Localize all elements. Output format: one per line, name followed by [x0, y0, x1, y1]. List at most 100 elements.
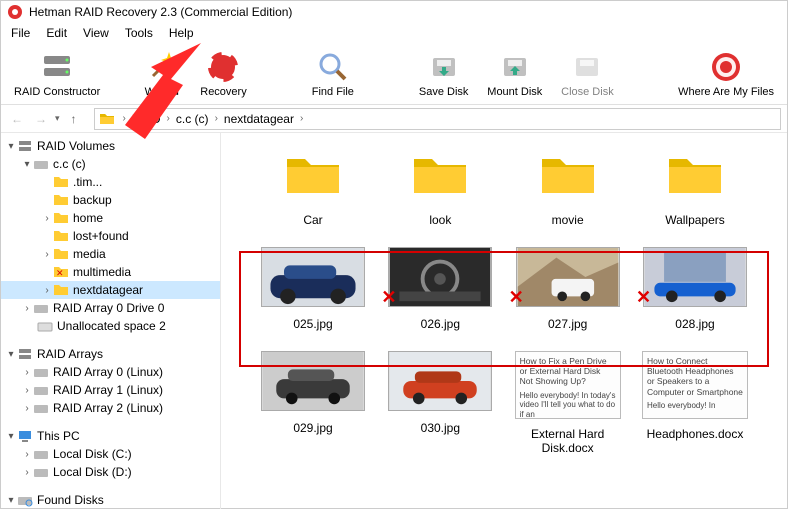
wizard-button[interactable]: Wizard: [133, 48, 191, 100]
title-bar: Hetman RAID Recovery 2.3 (Commercial Edi…: [1, 1, 787, 23]
disk-icon: [33, 400, 49, 416]
disk-icon: [33, 364, 49, 380]
doc-headphones[interactable]: How to Connect Bluetooth Headphones or S…: [635, 351, 755, 455]
svg-text:✕: ✕: [56, 268, 64, 278]
tree-multimedia[interactable]: ✕multimedia: [1, 263, 220, 281]
folder-icon: [99, 111, 115, 127]
folder-icon: [667, 153, 723, 197]
image-029[interactable]: 029.jpg: [253, 351, 373, 455]
recovery-button[interactable]: Recovery: [191, 48, 256, 100]
menu-bar: File Edit View Tools Help: [1, 23, 787, 43]
window-title: Hetman RAID Recovery 2.3 (Commercial Edi…: [29, 5, 292, 19]
history-dropdown[interactable]: ▾: [55, 113, 60, 124]
close-disk-icon: [570, 50, 604, 84]
nav-forward-button[interactable]: →: [31, 109, 51, 129]
tree-timeshift[interactable]: .tim...: [1, 173, 220, 191]
tree-ra1[interactable]: ›RAID Array 1 (Linux): [1, 381, 220, 399]
file-label: 029.jpg: [293, 421, 332, 435]
close-disk-button[interactable]: Close Disk: [552, 48, 623, 100]
folder-icon: [53, 210, 69, 226]
crumb-raid[interactable]: RAID: [130, 112, 163, 126]
tree-media[interactable]: ›media: [1, 245, 220, 263]
tree-unallocated[interactable]: Unallocated space 2: [1, 317, 220, 335]
find-file-button[interactable]: Find File: [302, 48, 363, 100]
image-thumbnail: ✕: [516, 247, 620, 307]
tree-raid-arr0-d0[interactable]: ›RAID Array 0 Drive 0: [1, 299, 220, 317]
file-label: Wallpapers: [665, 213, 725, 227]
tree-raid-arrays[interactable]: ▾RAID Arrays: [1, 345, 220, 363]
raid-constructor-label: RAID Constructor: [14, 86, 100, 98]
crumb-folder[interactable]: nextdatagear: [222, 112, 296, 126]
deleted-x-icon: ✕: [509, 287, 524, 308]
disk-icon: [33, 382, 49, 398]
image-thumbnail: [261, 351, 365, 411]
nav-up-button[interactable]: ↑: [64, 109, 84, 129]
tree-cc[interactable]: ▾c.c (c): [1, 155, 220, 173]
doc-external-hard-disk[interactable]: How to Fix a Pen Drive or External Hard …: [508, 351, 628, 455]
breadcrumb-row: ← → ▾ ↑ › RAID › c.c (c) › nextdatagear …: [1, 105, 787, 133]
folder-car[interactable]: Car: [253, 153, 373, 227]
folder-icon: [540, 153, 596, 197]
breadcrumb[interactable]: › RAID › c.c (c) › nextdatagear ›: [94, 108, 781, 130]
save-disk-icon: [427, 50, 461, 84]
image-030[interactable]: 030.jpg: [380, 351, 500, 455]
raid-icon: [17, 346, 33, 362]
menu-edit[interactable]: Edit: [38, 24, 75, 42]
mount-disk-button[interactable]: Mount Disk: [478, 48, 552, 100]
tree-backup[interactable]: backup: [1, 191, 220, 209]
file-label: Headphones.docx: [647, 427, 744, 441]
where-files-button[interactable]: Where Are My Files: [669, 48, 783, 100]
tree-raid-volumes[interactable]: ▾RAID Volumes: [1, 137, 220, 155]
tree-this-pc[interactable]: ▾This PC: [1, 427, 220, 445]
disk-icon: [33, 464, 49, 480]
folder-icon: [412, 153, 468, 197]
tree-nextdatagear[interactable]: ›nextdatagear: [1, 281, 220, 299]
file-label: 030.jpg: [421, 421, 460, 435]
file-label: Car: [303, 213, 322, 227]
image-thumbnail: ✕: [388, 247, 492, 307]
menu-tools[interactable]: Tools: [117, 24, 161, 42]
save-disk-button[interactable]: Save Disk: [409, 48, 477, 100]
content-pane: Car look movie Wallpapers 025.jpg: [221, 133, 787, 509]
crumb-volume[interactable]: c.c (c): [174, 112, 211, 126]
tree-found-disks[interactable]: ▾Found Disks: [1, 491, 220, 509]
folder-look[interactable]: look: [380, 153, 500, 227]
image-025[interactable]: 025.jpg: [253, 247, 373, 331]
menu-file[interactable]: File: [3, 24, 38, 42]
image-thumbnail: [388, 351, 492, 411]
tree-ra0[interactable]: ›RAID Array 0 (Linux): [1, 363, 220, 381]
folder-movie[interactable]: movie: [508, 153, 628, 227]
tree-local-c[interactable]: ›Local Disk (C:): [1, 445, 220, 463]
tree-lostfound[interactable]: lost+found: [1, 227, 220, 245]
image-028[interactable]: ✕ 028.jpg: [635, 247, 755, 331]
tree-pane: ▾RAID Volumes ▾c.c (c) .tim... backup ›h…: [1, 133, 221, 509]
file-label: look: [429, 213, 451, 227]
file-label: External Hard Disk.docx: [508, 427, 628, 455]
tree-ra2[interactable]: ›RAID Array 2 (Linux): [1, 399, 220, 417]
mount-disk-label: Mount Disk: [487, 86, 542, 98]
save-disk-label: Save Disk: [419, 86, 469, 98]
nav-back-button[interactable]: ←: [7, 109, 27, 129]
raid-constructor-button[interactable]: RAID Constructor: [5, 48, 109, 100]
tree-local-d[interactable]: ›Local Disk (D:): [1, 463, 220, 481]
disk-icon: [33, 156, 49, 172]
tree-home[interactable]: ›home: [1, 209, 220, 227]
image-026[interactable]: ✕ 026.jpg: [380, 247, 500, 331]
raid-icon: [17, 138, 33, 154]
file-label: 027.jpg: [548, 317, 587, 331]
menu-view[interactable]: View: [75, 24, 117, 42]
document-thumbnail: How to Connect Bluetooth Headphones or S…: [642, 351, 748, 419]
folder-icon: [53, 228, 69, 244]
image-027[interactable]: ✕ 027.jpg: [508, 247, 628, 331]
menu-help[interactable]: Help: [161, 24, 202, 42]
toolbar: RAID Constructor Wizard Recovery Find Fi…: [1, 43, 787, 105]
folder-icon: [285, 153, 341, 197]
image-thumbnail: [261, 247, 365, 307]
folder-icon: [53, 282, 69, 298]
where-files-icon: [709, 50, 743, 84]
where-files-label: Where Are My Files: [678, 86, 774, 98]
wizard-icon: [145, 50, 179, 84]
folder-wallpapers[interactable]: Wallpapers: [635, 153, 755, 227]
found-disk-icon: [17, 492, 33, 508]
folder-icon: ✕: [53, 264, 69, 280]
